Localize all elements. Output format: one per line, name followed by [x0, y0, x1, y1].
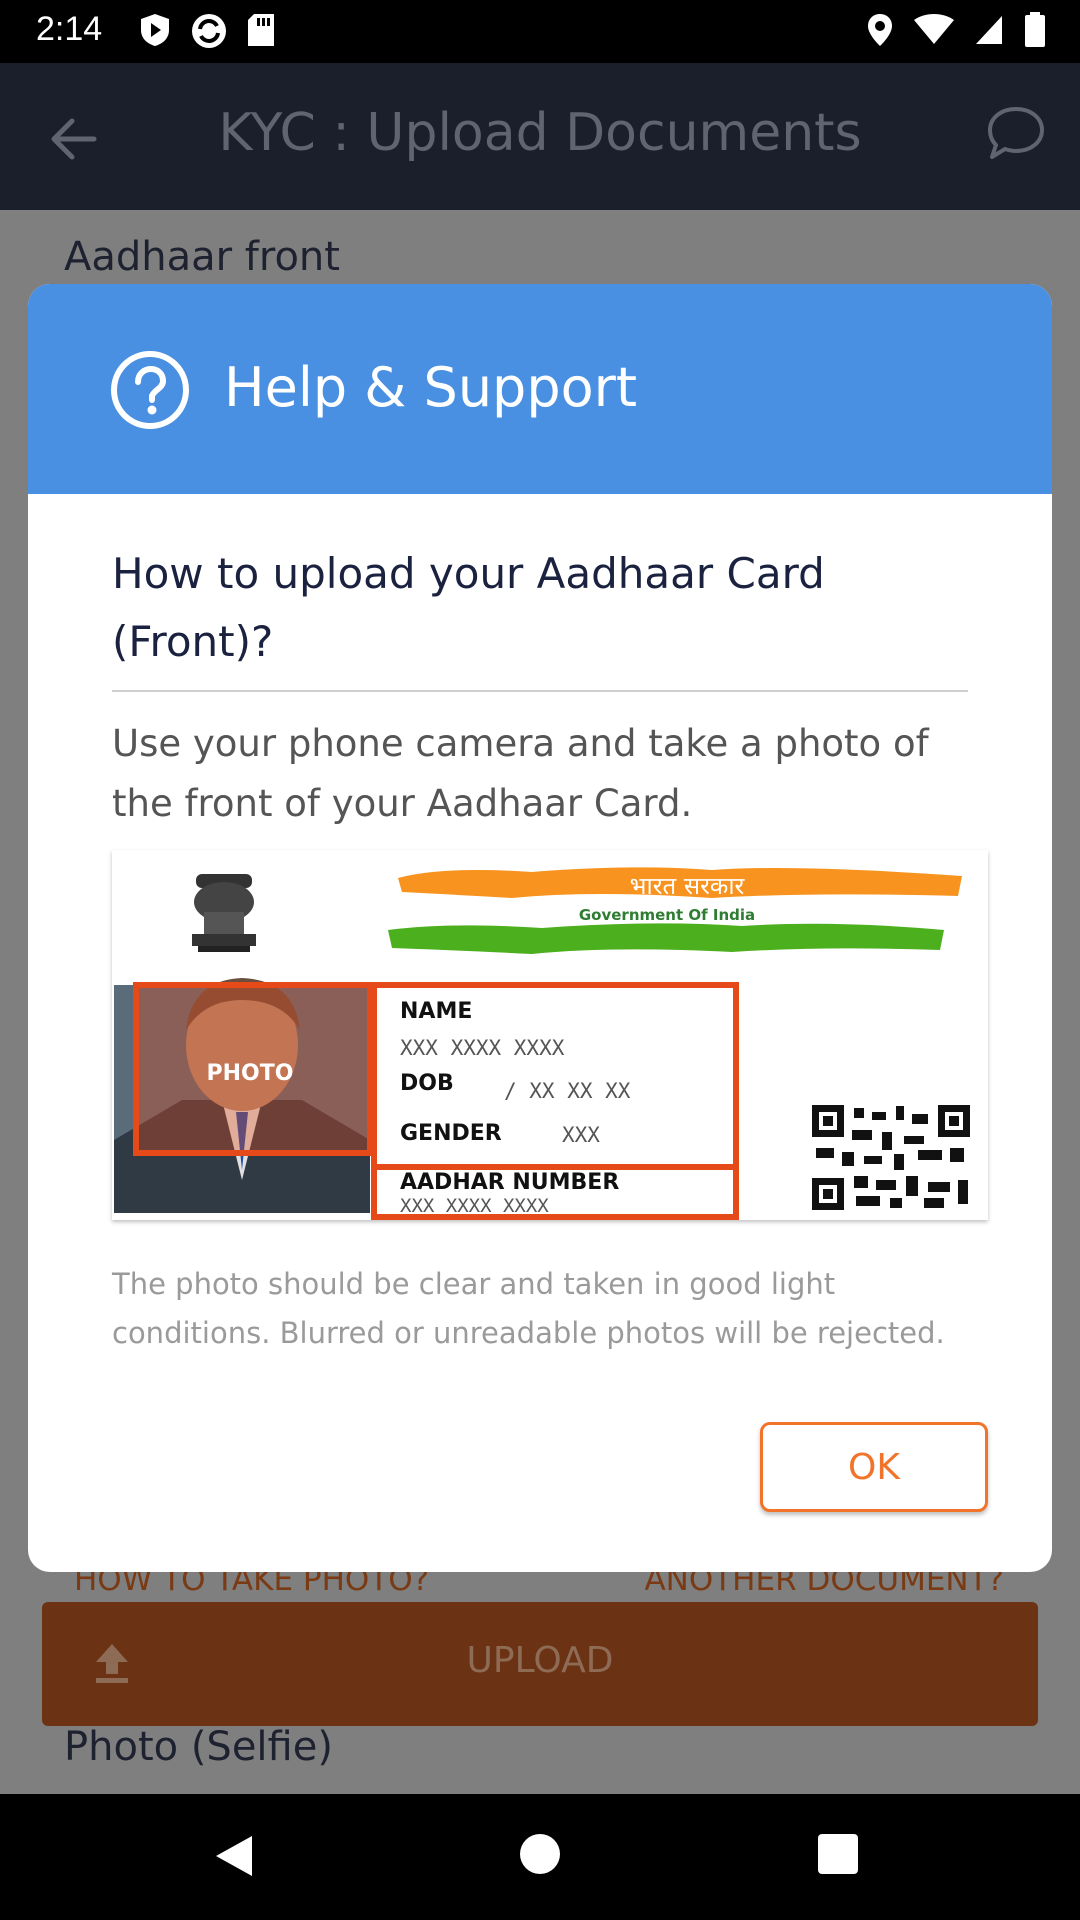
dob-label: DOB	[400, 1071, 454, 1096]
status-system-icons	[866, 12, 1046, 48]
status-time: 2:14	[36, 10, 103, 48]
qr-code-icon	[812, 1105, 970, 1210]
photo-guidelines-note: The photo should be clear and taken in g…	[112, 1267, 945, 1350]
nav-back-icon[interactable]	[214, 1834, 254, 1878]
emblem-icon	[192, 874, 256, 952]
sync-icon	[192, 14, 226, 48]
wifi-icon	[914, 14, 954, 44]
dob-value: / XX XX XX	[504, 1079, 631, 1103]
ok-button[interactable]: OK	[760, 1422, 988, 1512]
shield-play-icon	[141, 14, 169, 46]
status-notification-icons	[138, 12, 276, 50]
upload-button[interactable]: UPLOAD	[42, 1602, 1038, 1726]
status-bar: 2:14	[0, 0, 1080, 63]
help-support-dialog: Help & Support How to upload your Aadhaa…	[28, 284, 1052, 1572]
section-label-aadhaar-front: Aadhaar front	[64, 234, 340, 280]
upload-label: UPLOAD	[466, 1640, 614, 1681]
sd-card-icon	[248, 14, 274, 46]
dialog-instruction: Use your phone camera and take a photo o…	[112, 722, 929, 825]
nav-home-icon[interactable]	[520, 1834, 560, 1874]
photo-label: PHOTO	[207, 1061, 294, 1086]
nav-recents-icon[interactable]	[818, 1834, 858, 1874]
dialog-question: How to upload your Aadhaar Card (Front)?	[112, 549, 825, 666]
dialog-title: Help & Support	[224, 356, 638, 419]
gender-value: XXX	[562, 1123, 600, 1147]
page-title: KYC : Upload Documents	[218, 103, 862, 163]
aadhar-number-value: XXX XXXX XXXX	[400, 1195, 549, 1217]
section-label-selfie: Photo (Selfie)	[64, 1724, 333, 1770]
name-label: NAME	[400, 999, 472, 1024]
help-circle-icon	[111, 351, 189, 429]
location-icon	[868, 14, 892, 46]
divider	[112, 690, 968, 692]
hindi-title: भारत सरकार	[630, 872, 746, 900]
battery-icon	[1025, 12, 1045, 47]
signal-icon	[976, 16, 1002, 44]
system-nav-bar	[0, 1794, 1080, 1920]
gender-label: GENDER	[400, 1121, 502, 1146]
app-bar: KYC : Upload Documents	[0, 63, 1080, 210]
aadhaar-sample-image: भारत सरकार Government Of India PHOTO NAM…	[112, 850, 988, 1220]
aadhar-number-label: AADHAR NUMBER	[400, 1170, 619, 1195]
gov-label: Government Of India	[579, 906, 755, 924]
name-value: XXX XXXX XXXX	[400, 1036, 565, 1060]
chat-icon[interactable]	[986, 103, 1046, 163]
dialog-header: Help & Support	[28, 284, 1052, 494]
